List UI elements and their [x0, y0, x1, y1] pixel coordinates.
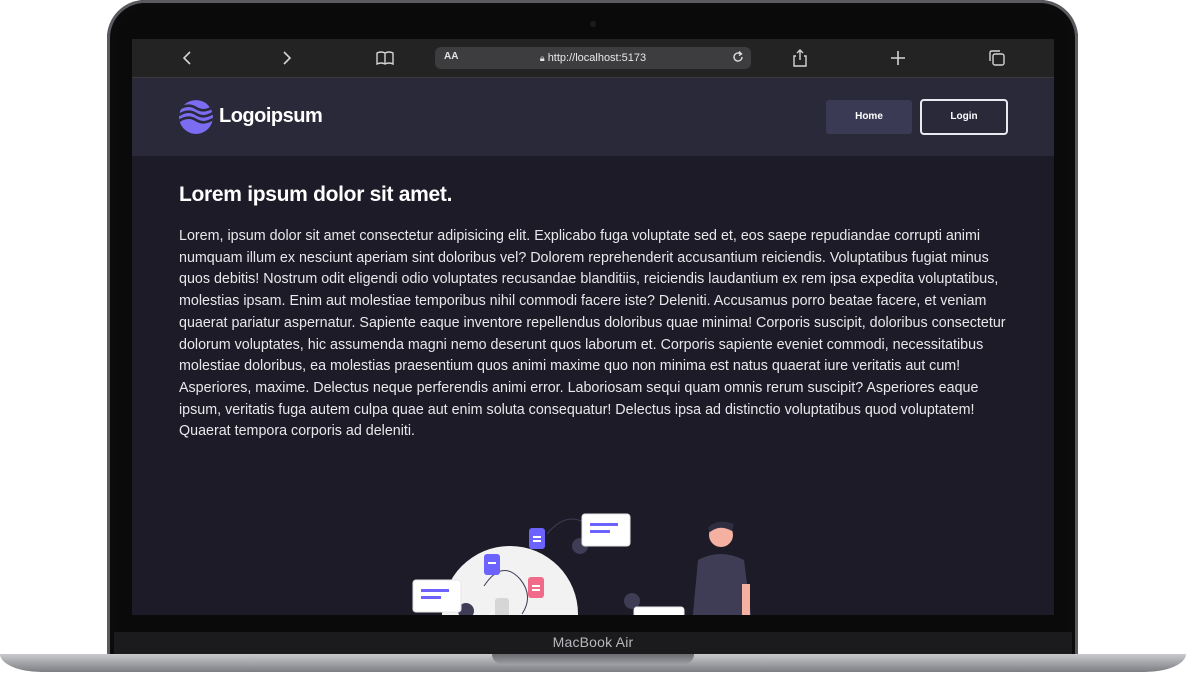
- laptop-notch: [492, 654, 694, 664]
- screen: AA 🔒︎ http://localhost:5173 Logoipsum Ho…: [132, 39, 1054, 615]
- share-icon[interactable]: [790, 48, 810, 68]
- chat-card: [633, 606, 685, 615]
- login-button[interactable]: Login: [920, 99, 1008, 135]
- forward-icon[interactable]: [276, 48, 296, 68]
- site-header: Logoipsum Home Login: [132, 78, 1054, 156]
- logo-text[interactable]: Logoipsum: [219, 105, 323, 128]
- home-button[interactable]: Home: [826, 100, 912, 134]
- hero-illustration: [412, 513, 751, 615]
- reload-icon[interactable]: [731, 50, 745, 67]
- url-text: 🔒︎ http://localhost:5173: [435, 52, 751, 64]
- new-tab-icon[interactable]: [888, 48, 908, 68]
- browser-toolbar: AA 🔒︎ http://localhost:5173: [132, 39, 1054, 78]
- tabs-icon[interactable]: [987, 48, 1007, 68]
- doc-icon: [484, 554, 500, 575]
- url-value: http://localhost:5173: [547, 52, 647, 64]
- book-icon[interactable]: [375, 48, 395, 68]
- address-bar[interactable]: AA 🔒︎ http://localhost:5173: [435, 47, 751, 69]
- device-label: MacBook Air: [552, 634, 634, 650]
- lock-icon: 🔒︎: [539, 53, 545, 63]
- camera-icon: [590, 21, 596, 27]
- back-icon[interactable]: [178, 48, 198, 68]
- page-title: Lorem ipsum dolor sit amet.: [179, 183, 453, 206]
- doc-icon: [495, 598, 509, 615]
- logo-icon[interactable]: [179, 100, 213, 134]
- body-paragraph: Lorem, ipsum dolor sit amet consectetur …: [179, 228, 1006, 440]
- doc-icon: [529, 528, 545, 549]
- doc-icon: [528, 577, 544, 598]
